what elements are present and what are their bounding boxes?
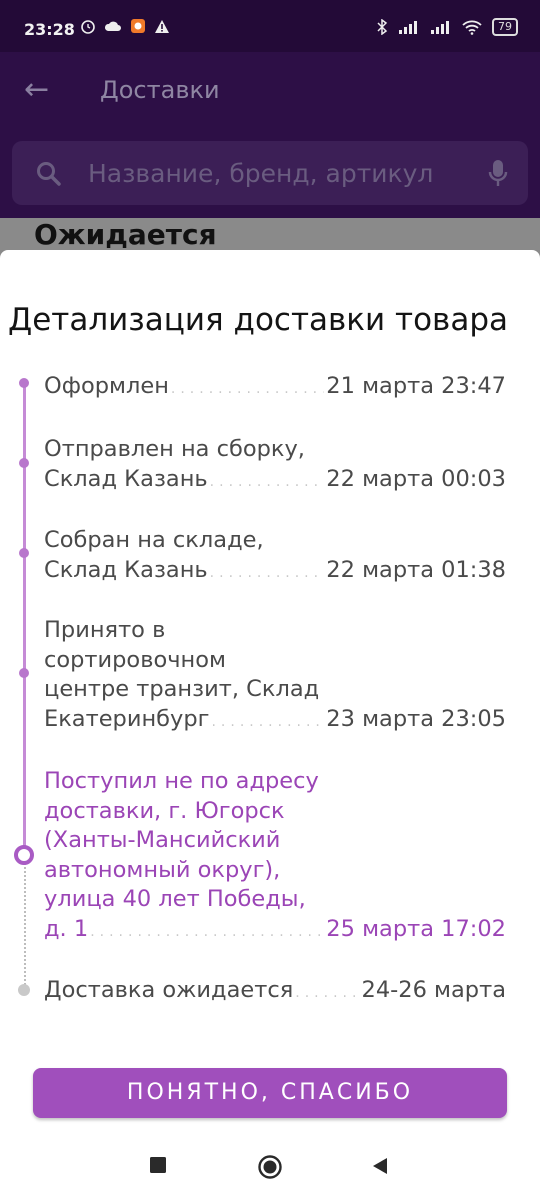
search-icon [37,162,61,186]
system-icons: 79 [376,18,518,36]
event-line: (Ханты-Мансийский [44,827,281,853]
signal-icon [399,21,417,34]
timeline-event: Оформлен................................… [44,372,506,405]
delivery-details-sheet: Детализация доставки товара Оформлен....… [0,250,540,1136]
event-line: Принято в [44,617,166,643]
event-label: д. 1 [44,915,89,942]
arrow-left-icon[interactable]: ← [24,72,49,108]
leader-dots: ........................................… [295,985,359,1001]
timeline-dot [19,458,29,468]
timeline-event-pending: Доставка ожидается......................… [44,976,506,1009]
battery-icon: 79 [492,18,518,36]
status-bar: 23:28 79 [0,0,540,52]
section-title: Ожидается [34,218,217,251]
event-line: Отправлен на сборку, [44,436,305,462]
event-date: 22 марта 01:38 [326,556,506,583]
timeline-line [23,383,26,855]
bluetooth-icon [377,19,388,35]
wifi-icon [462,20,482,35]
event-date: 23 марта 23:05 [326,705,506,732]
event-line: сортировочном [44,646,226,673]
event-line: центре транзит, Склад [44,676,320,702]
triangle-icon[interactable] [371,1156,389,1176]
event-date: 25 марта 17:02 [326,915,506,942]
leader-dots: ........................................… [90,923,324,940]
understood-button[interactable]: ПОНЯТНО, СПАСИБО [33,1068,507,1118]
square-icon[interactable] [149,1156,167,1174]
event-label: Доставка ожидается [44,977,294,1003]
app-toolbar: ← Доставки [0,52,540,132]
system-navigation-bar [0,1136,540,1200]
event-label: Склад Казань [44,556,208,583]
circle-icon[interactable] [257,1154,283,1180]
alarm-icon [81,20,95,34]
event-label: Оформлен [44,373,169,399]
microphone-icon[interactable] [488,159,508,189]
cloud-icon [104,21,121,31]
timeline-event: Принято в сортировочном центре транзит, … [44,616,506,737]
search-bar-container: Название, бренд, артикул [0,132,540,218]
event-date: 22 марта 00:03 [326,465,506,492]
event-line: доставки, г. Югорск [44,797,285,824]
event-label: Екатеринбург [44,705,210,732]
search-placeholder: Название, бренд, артикул [88,159,434,188]
timeline-dot [19,668,29,678]
app-notification-icon [131,19,145,33]
event-date: 21 марта 23:47 [326,373,506,399]
sheet-title: Детализация доставки товара [8,302,508,338]
timeline-event: Отправлен на сборку, Склад Казань.......… [44,435,506,497]
timeline-event: Собран на складе, Склад Казань..........… [44,526,506,588]
event-date: 24-26 марта [361,977,506,1003]
event-line: Поступил не по адресу [44,768,319,794]
search-input[interactable]: Название, бренд, артикул [12,141,528,205]
timeline-pending-dot [18,984,30,996]
event-line: автономный округ), [44,856,281,883]
leader-dots: ........................................… [170,381,324,397]
warning-icon [155,19,169,33]
notification-icons [80,18,170,34]
timeline-event-current: Поступил не по адресу доставки, г. Югорс… [44,767,506,947]
event-line: улица 40 лет Победы, [44,886,306,912]
signal-icon-2 [431,21,449,34]
status-time: 23:28 [24,20,75,39]
event-label: Склад Казань [44,465,208,492]
timeline-dot [19,548,29,558]
leader-dots: ........................................… [209,564,325,581]
page-title: Доставки [100,76,220,104]
event-line: Собран на складе, [44,527,264,553]
timeline-dot [19,378,29,388]
timeline-current-dot [14,845,34,865]
leader-dots: ........................................… [209,473,325,490]
timeline-dotted-line [24,860,26,988]
leader-dots: ........................................… [211,713,325,730]
